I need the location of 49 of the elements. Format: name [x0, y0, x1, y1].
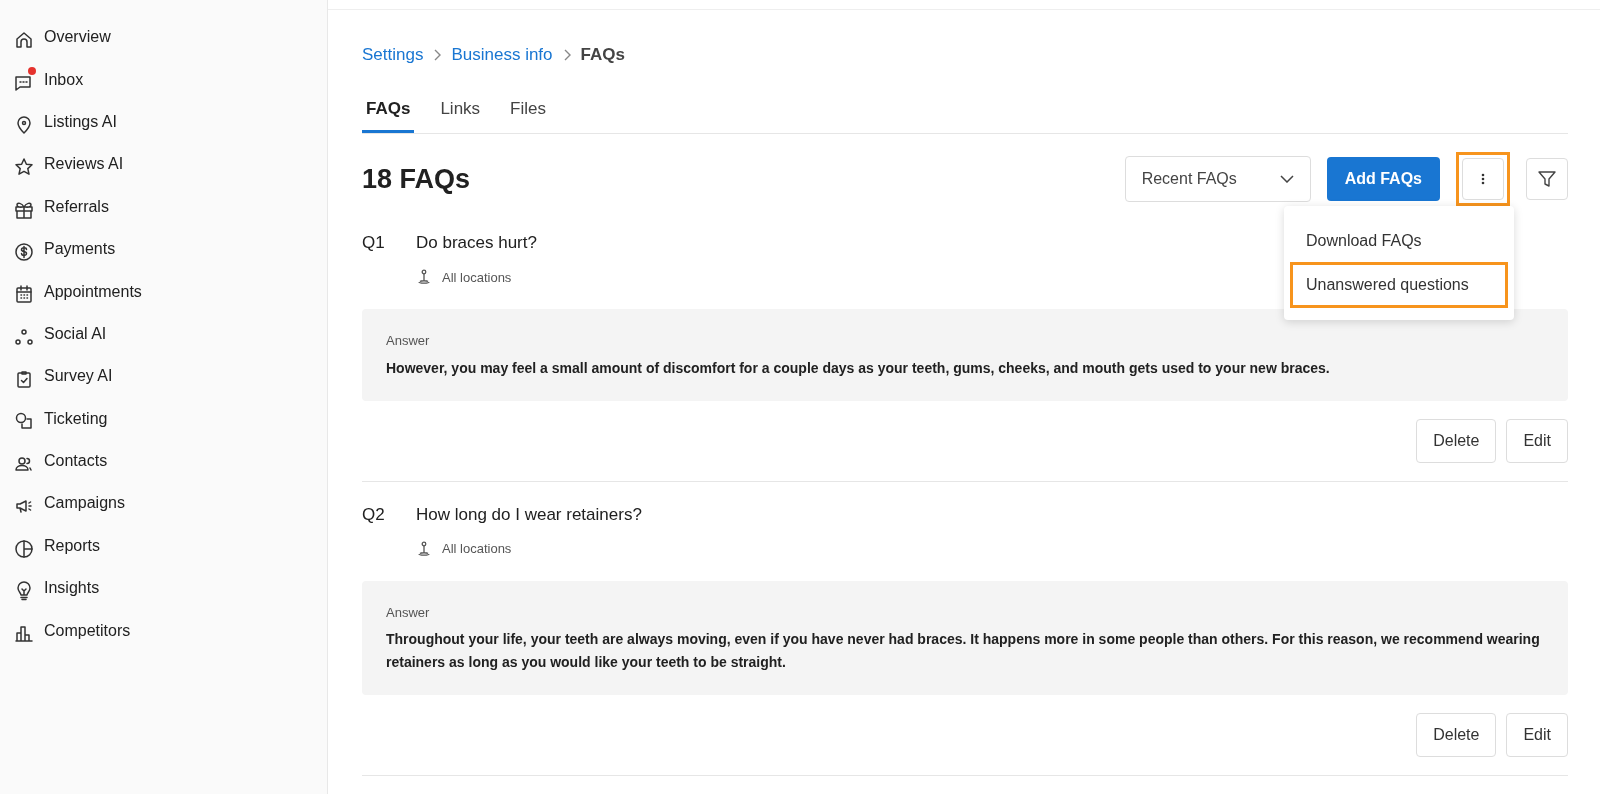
tab[interactable]: Links: [436, 91, 485, 133]
sidebar-item[interactable]: Overview: [0, 16, 327, 59]
sidebar-item[interactable]: Reviews AI: [0, 143, 327, 186]
filter-icon: [1537, 169, 1557, 189]
sidebar-item[interactable]: Reports: [0, 524, 327, 568]
answer-text: However, you may feel a small amount of discomfort for a couple days as your teeth, gums, cheeks, and mouth gets used to your new braces.: [386, 358, 1331, 378]
sidebar-item[interactable]: Survey AI: [0, 355, 327, 398]
breadcrumb-link[interactable]: Settings: [362, 42, 424, 68]
sidebar-item[interactable]: Appointments: [0, 270, 327, 313]
question-number: Q2: [362, 503, 386, 526]
filter-button[interactable]: [1526, 158, 1568, 200]
answer-label: Answer: [386, 332, 431, 350]
breadcrumb-link[interactable]: Business info: [451, 42, 553, 68]
page-heading: 18 FAQs: [362, 162, 471, 196]
sidebar-item[interactable]: Payments: [0, 227, 327, 271]
menu-item[interactable]: Unanswered questions: [1292, 264, 1506, 306]
answer-label: Answer: [386, 603, 431, 622]
menu-item[interactable]: Download FAQs: [1292, 220, 1506, 262]
sidebar-item[interactable]: Listings AI: [0, 100, 327, 144]
sidebar-item[interactable]: Insights: [0, 567, 327, 610]
location-pin-icon: [416, 269, 432, 286]
sidebar-item[interactable]: Campaigns: [0, 482, 327, 525]
sidebar-item[interactable]: Competitors: [0, 609, 327, 652]
edit-button[interactable]: Edit: [1506, 418, 1568, 463]
lightbulb-icon: [14, 578, 34, 599]
location-label: All locations: [442, 268, 512, 287]
sidebar-item[interactable]: Contacts: [0, 439, 327, 483]
kebab-icon: [1481, 173, 1485, 185]
chevron-down-icon: [1279, 175, 1294, 183]
sidebar-item[interactable]: Social AI: [0, 312, 327, 356]
sidebar-item[interactable]: Inbox: [0, 58, 327, 101]
location-label: All locations: [442, 540, 512, 559]
question-text: Do braces hurt?: [416, 232, 537, 254]
sort-dropdown[interactable]: Recent FAQs: [1124, 156, 1311, 202]
chevron-right-icon: [433, 48, 442, 61]
breadcrumb-current: FAQs: [580, 44, 625, 66]
question-text: How long do I wear retainers?: [416, 503, 642, 526]
tab[interactable]: Files: [506, 91, 550, 133]
edit-button[interactable]: Edit: [1506, 713, 1568, 758]
sidebar-item[interactable]: Referrals: [0, 185, 327, 228]
tab[interactable]: FAQs: [362, 91, 415, 133]
answer-text: Throughout your life, your teeth are always moving, even if you have never had braces. It happens more in some people than others. For this reason, we recommend wearing retainers as long as you would like your teeth to be straight.: [386, 630, 1541, 672]
chevron-right-icon: [562, 48, 571, 61]
question-number: Q1: [362, 232, 386, 254]
sidebar-item[interactable]: Ticketing: [0, 397, 327, 440]
location-pin-icon: [416, 541, 432, 558]
add-faqs-button[interactable]: Add FAQs: [1326, 157, 1440, 201]
delete-button[interactable]: Delete: [1416, 418, 1497, 463]
delete-button[interactable]: Delete: [1416, 713, 1497, 758]
